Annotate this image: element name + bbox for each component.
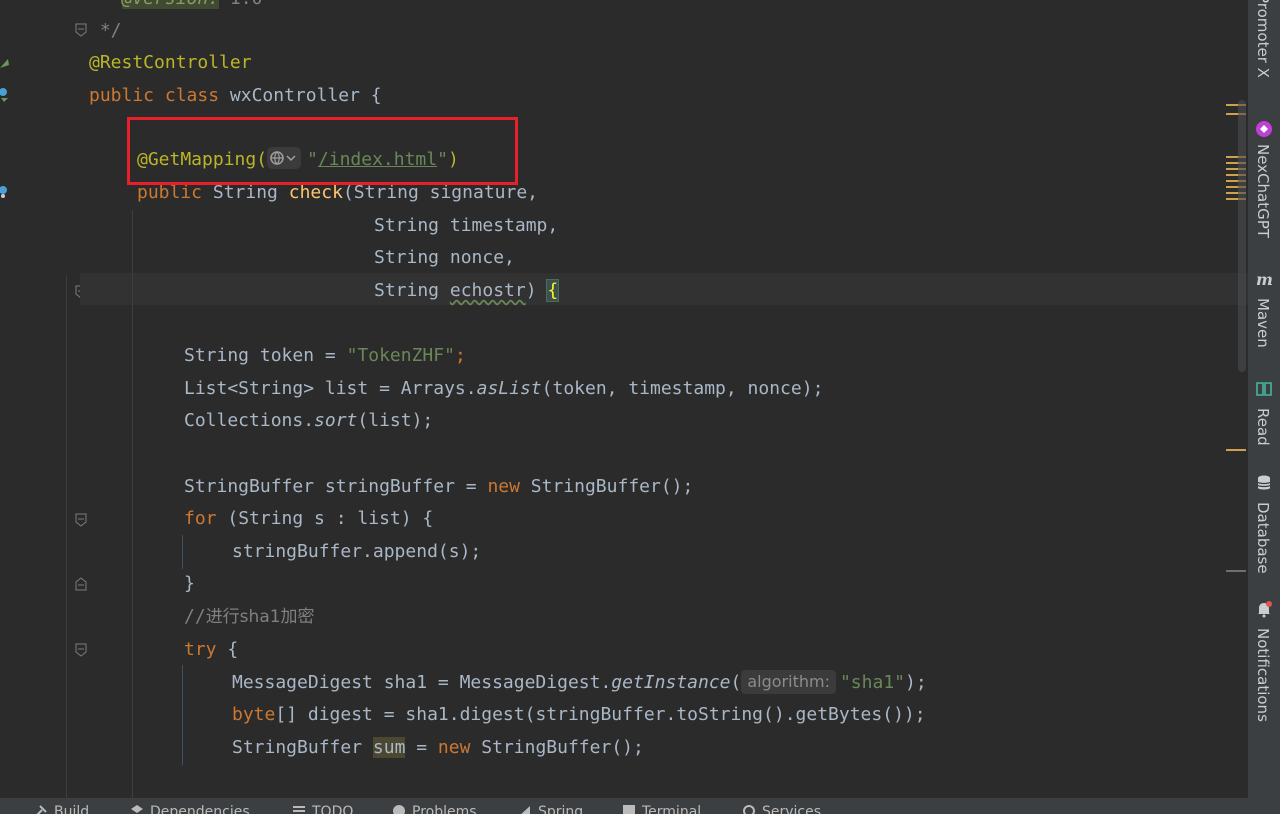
tab-label: TODO <box>312 804 354 814</box>
tab-services[interactable]: Services <box>742 804 821 814</box>
tab-label: Build <box>54 804 90 814</box>
tab-todo[interactable]: TODO <box>292 804 353 814</box>
tab-label: Terminal <box>642 804 702 814</box>
code-line[interactable]: stringBuffer.append(s); <box>232 536 481 568</box>
code-line[interactable]: */ <box>89 15 122 47</box>
code-line[interactable]: List<String> list = Arrays.asList(token,… <box>184 373 823 405</box>
code-line[interactable]: public class wxController { <box>89 80 382 112</box>
tab-terminal[interactable]: Terminal <box>622 804 701 814</box>
problems-icon <box>393 805 405 814</box>
tab-label: Problems <box>412 804 477 814</box>
sidebar-item-nexchatgpt[interactable]: NexChatGPT <box>1248 118 1280 248</box>
code-line[interactable]: //进行sha1加密 <box>184 601 315 633</box>
dependencies-icon <box>131 805 143 813</box>
indent-guide <box>182 665 183 765</box>
code-line[interactable]: String nonce, <box>374 242 515 274</box>
right-toolbar: Promoter X NexChatGPT m Maven Read Datab… <box>1248 0 1280 798</box>
code-line[interactable]: try { <box>184 634 238 666</box>
code-line[interactable]: * @version: 1.0 <box>89 0 262 15</box>
sidebar-item-label: Maven <box>1254 298 1272 348</box>
bottom-toolbar: Build Dependencies TODO Problems Spring … <box>0 798 1280 814</box>
sidebar-item-notifications[interactable]: Notifications <box>1248 600 1280 730</box>
code-line[interactable]: String echostr) { <box>374 275 560 307</box>
parameter-hint: algorithm: <box>741 670 836 694</box>
fold-marker-icon[interactable] <box>75 23 87 37</box>
sidebar-item-read[interactable]: Read <box>1248 380 1280 450</box>
vertical-scrollbar[interactable] <box>1238 100 1246 372</box>
code-line[interactable]: StringBuffer sum = new StringBuffer(); <box>232 732 644 764</box>
tab-spring[interactable]: Spring <box>518 804 583 814</box>
svg-text:m: m <box>1256 270 1273 288</box>
code-line[interactable]: String token = "TokenZHF"; <box>184 340 466 372</box>
tab-label: Spring <box>538 804 584 814</box>
maven-icon: m <box>1256 270 1273 288</box>
sidebar-item-database[interactable]: Database <box>1248 474 1280 574</box>
todo-icon <box>293 806 305 814</box>
request-mapping-icon[interactable] <box>0 184 10 200</box>
highlight-box <box>127 117 518 185</box>
sidebar-item-label: Promoter X <box>1254 0 1272 78</box>
editor-gutter <box>0 0 87 798</box>
database-icon <box>1257 475 1271 490</box>
terminal-icon <box>623 805 635 814</box>
sidebar-item-label: NexChatGPT <box>1254 144 1272 238</box>
code-line[interactable]: } <box>184 568 195 600</box>
code-editor[interactable]: * @version: 1.0 */ @RestController publi… <box>0 0 1248 798</box>
code-line[interactable]: byte[] digest = sha1.digest(stringBuffer… <box>232 699 926 731</box>
code-line[interactable]: StringBuffer stringBuffer = new StringBu… <box>184 471 693 503</box>
indent-guide <box>66 275 67 798</box>
indent-guide <box>132 210 133 798</box>
spring-bean-icon[interactable] <box>0 56 10 72</box>
tab-dependencies[interactable]: Dependencies <box>130 804 250 814</box>
nexchatgpt-icon <box>1256 121 1272 137</box>
hammer-icon <box>36 805 47 814</box>
tab-label: Dependencies <box>150 804 250 814</box>
code-line[interactable]: for (String s : list) { <box>184 503 433 535</box>
indent-guide <box>182 535 183 569</box>
code-line[interactable]: @RestController <box>89 47 252 79</box>
web-endpoint-icon[interactable] <box>0 86 10 102</box>
sidebar-item-label: Database <box>1254 502 1272 574</box>
code-line[interactable]: Collections.sort(list); <box>184 405 433 437</box>
fold-end-marker-icon[interactable] <box>75 577 87 591</box>
current-line-highlight <box>80 273 1248 305</box>
scroll-marker <box>1226 449 1246 451</box>
bell-icon <box>1258 601 1272 618</box>
fold-marker-icon[interactable] <box>75 513 87 527</box>
sidebar-item-promoter[interactable]: Promoter X <box>1248 0 1280 100</box>
code-line[interactable]: MessageDigest sha1 = MessageDigest.getIn… <box>232 667 927 699</box>
tab-problems[interactable]: Problems <box>392 804 477 814</box>
sidebar-item-maven[interactable]: m Maven <box>1248 270 1280 360</box>
tab-build[interactable]: Build <box>34 804 89 814</box>
code-line[interactable]: String timestamp, <box>374 210 558 242</box>
fold-marker-icon[interactable] <box>75 643 87 657</box>
spring-icon <box>521 806 530 814</box>
tab-label: Services <box>762 804 822 814</box>
scroll-marker <box>1226 570 1246 572</box>
services-icon <box>743 805 755 814</box>
book-icon <box>1256 382 1272 396</box>
sidebar-item-label: Read <box>1254 408 1272 446</box>
sidebar-item-label: Notifications <box>1254 628 1272 722</box>
